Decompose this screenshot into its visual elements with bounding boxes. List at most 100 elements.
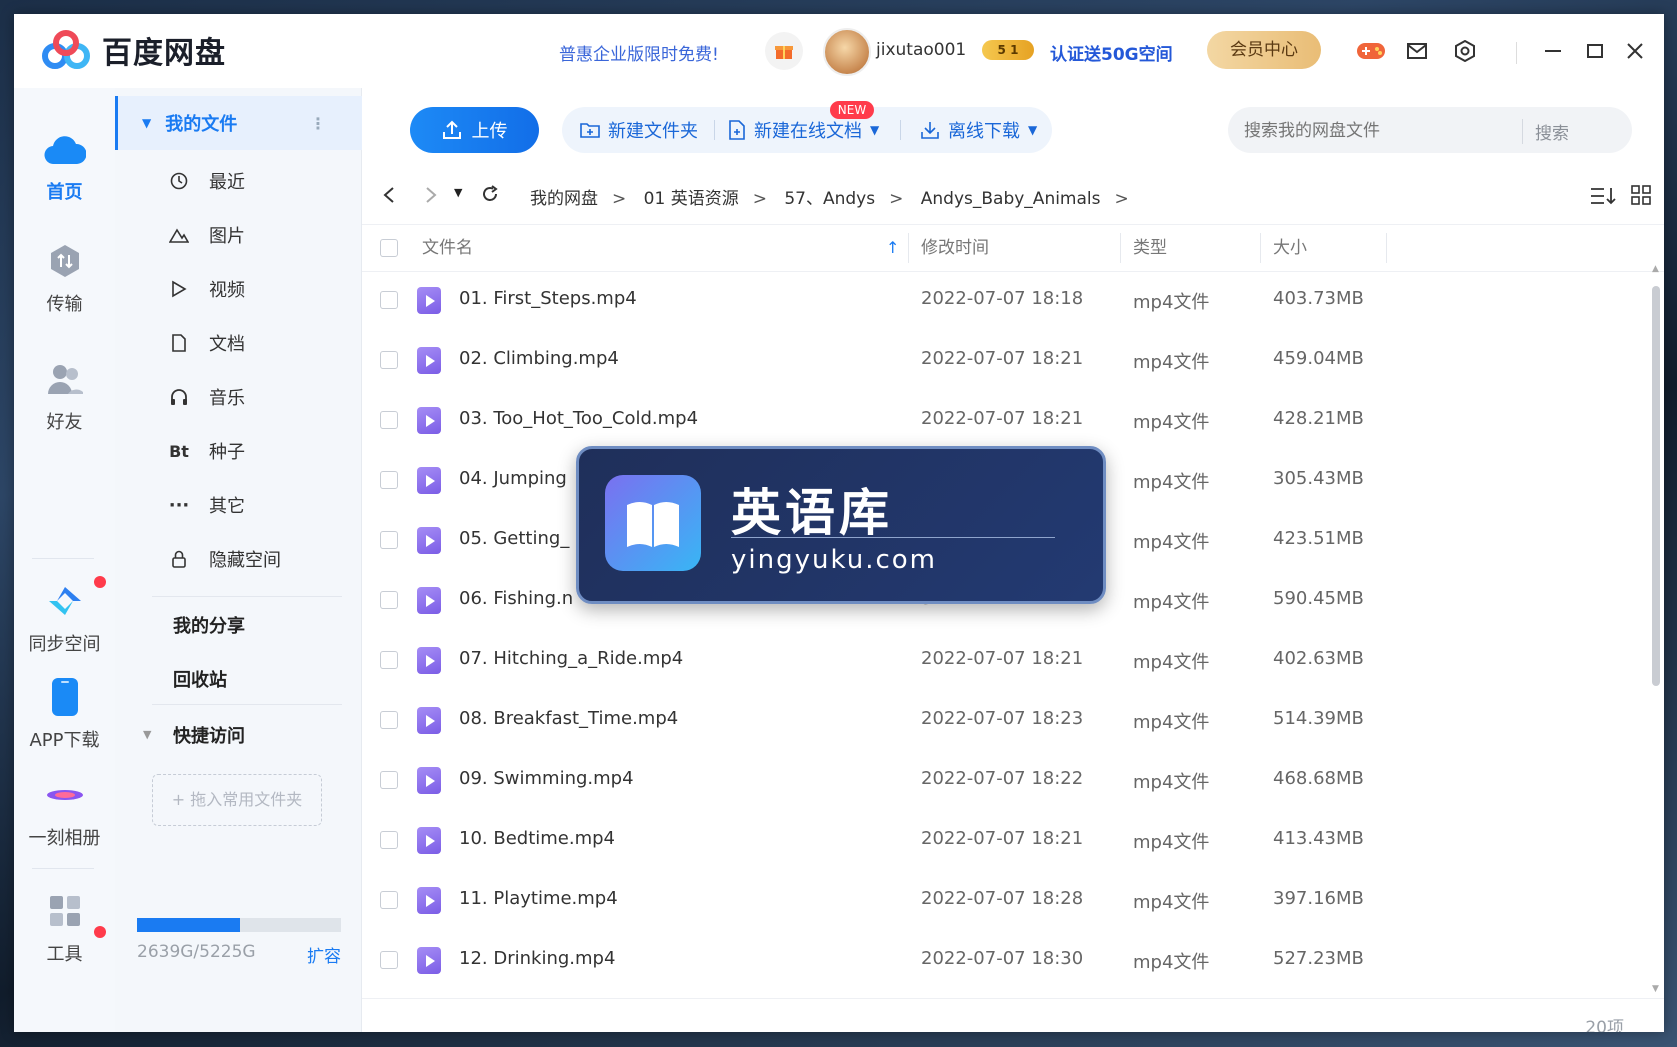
- gift-icon[interactable]: [765, 32, 803, 70]
- row-checkbox[interactable]: [380, 591, 398, 609]
- file-name[interactable]: 12. Drinking.mp4: [459, 948, 615, 969]
- file-name[interactable]: 09. Swimming.mp4: [459, 768, 634, 789]
- file-name[interactable]: 05. Getting_: [459, 528, 569, 549]
- scroll-up-icon[interactable]: ▲: [1652, 264, 1659, 274]
- table-row[interactable]: 01. First_Steps.mp4 2022-07-07 18:18 mp4文件…: [362, 270, 1664, 330]
- mail-icon[interactable]: [1402, 36, 1432, 66]
- upload-icon: [442, 120, 461, 139]
- file-name[interactable]: 08. Breakfast_Time.mp4: [459, 708, 678, 729]
- expand-storage-link[interactable]: 扩容: [307, 942, 341, 967]
- table-row[interactable]: 09. Swimming.mp4 2022-07-07 18:22 mp4文件 468…: [362, 750, 1664, 810]
- scrollbar-thumb[interactable]: [1652, 286, 1660, 686]
- video-file-icon: [417, 767, 441, 794]
- sidebar-item-music[interactable]: 音乐: [115, 370, 361, 424]
- file-name[interactable]: 06. Fishing.n: [459, 588, 573, 609]
- breadcrumb-item[interactable]: Andys_Baby_Animals: [921, 189, 1101, 209]
- member-center-button[interactable]: 会员中心: [1207, 31, 1321, 69]
- username[interactable]: jixutao001: [876, 40, 966, 60]
- search-input[interactable]: [1228, 107, 1526, 155]
- left-nav: 首页 传输 好友 同步空间 APP下载 一刻相册 工具: [14, 88, 115, 1032]
- row-checkbox[interactable]: [380, 411, 398, 429]
- user-avatar[interactable]: [823, 28, 871, 76]
- table-row[interactable]: 02. Climbing.mp4 2022-07-07 18:21 mp4文件 459…: [362, 330, 1664, 390]
- row-checkbox[interactable]: [380, 471, 398, 489]
- sidebar-item-videos[interactable]: 视频: [115, 262, 361, 316]
- grid-view-icon[interactable]: [1630, 184, 1652, 206]
- promo-link[interactable]: 普惠企业版限时免费!: [559, 40, 719, 65]
- verify-link[interactable]: 认证送50G空间: [1050, 40, 1173, 65]
- offline-download-button[interactable]: 离线下载 ▼: [920, 107, 1037, 153]
- table-row[interactable]: 10. Bedtime.mp4 2022-07-07 18:21 mp4文件 413.…: [362, 810, 1664, 870]
- more-vertical-icon[interactable]: ⋮: [310, 114, 326, 133]
- search-button[interactable]: 搜索: [1522, 119, 1569, 144]
- file-name[interactable]: 10. Bedtime.mp4: [459, 828, 615, 849]
- minimize-icon[interactable]: [1538, 36, 1568, 66]
- quick-access-drop-zone[interactable]: + 拖入常用文件夹: [152, 774, 322, 826]
- back-icon[interactable]: [382, 186, 396, 204]
- breadcrumb-item[interactable]: 我的网盘: [530, 189, 598, 209]
- sidebar-item-other[interactable]: ··· 其它: [115, 478, 361, 532]
- sidebar-item-recycle-bin[interactable]: 回收站: [173, 666, 227, 692]
- table-row[interactable]: 12. Drinking.mp4 2022-07-07 18:30 mp4文件 527…: [362, 930, 1664, 990]
- table-row[interactable]: 07. Hitching_a_Ride.mp4 2022-07-07 18:21 m…: [362, 630, 1664, 690]
- sidebar-item-my-files[interactable]: ▼ 我的文件 ⋮: [115, 96, 364, 150]
- notification-dot: [94, 576, 106, 588]
- file-name[interactable]: 07. Hitching_a_Ride.mp4: [459, 648, 683, 669]
- caret-down-icon[interactable]: ▼: [143, 728, 151, 741]
- file-name[interactable]: 11. Playtime.mp4: [459, 888, 618, 909]
- select-all-checkbox[interactable]: [380, 239, 398, 257]
- table-row[interactable]: 03. Too_Hot_Too_Cold.mp4 2022-07-07 18:21…: [362, 390, 1664, 450]
- row-checkbox[interactable]: [380, 711, 398, 729]
- nav-item-transfer[interactable]: 传输: [14, 238, 115, 316]
- sidebar-item-hidden-space[interactable]: 隐藏空间: [115, 532, 361, 586]
- vip-badge[interactable]: 5 1: [982, 40, 1034, 60]
- row-checkbox[interactable]: [380, 891, 398, 909]
- row-checkbox[interactable]: [380, 291, 398, 309]
- row-checkbox[interactable]: [380, 771, 398, 789]
- sidebar-item-docs[interactable]: 文档: [115, 316, 361, 370]
- column-header-name[interactable]: 文件名: [422, 225, 473, 271]
- sort-ascending-icon[interactable]: ↑: [886, 225, 899, 271]
- sidebar-item-images[interactable]: 图片: [115, 208, 361, 262]
- sidebar-item-recent[interactable]: 最近: [115, 154, 361, 208]
- nav-item-album[interactable]: 一刻相册: [14, 772, 115, 850]
- nav-item-home[interactable]: 首页: [14, 126, 115, 204]
- upload-button[interactable]: 上传: [410, 107, 539, 153]
- row-checkbox[interactable]: [380, 351, 398, 369]
- video-file-icon: [417, 347, 441, 374]
- file-modified-time: 2022-07-07 18:22: [921, 768, 1084, 789]
- maximize-icon[interactable]: [1580, 36, 1610, 66]
- nav-item-friends[interactable]: 好友: [14, 356, 115, 434]
- book-logo-icon: [605, 475, 701, 571]
- nav-item-app-download[interactable]: APP下载: [14, 674, 115, 752]
- breadcrumb-item[interactable]: 57、Andys: [784, 189, 875, 209]
- row-checkbox[interactable]: [380, 831, 398, 849]
- column-header-modified[interactable]: 修改时间: [921, 225, 989, 271]
- column-header-type[interactable]: 类型: [1133, 225, 1167, 271]
- nav-item-sync[interactable]: 同步空间: [14, 578, 115, 656]
- game-icon[interactable]: [1356, 36, 1386, 66]
- breadcrumb-item[interactable]: 01 英语资源: [644, 189, 739, 209]
- close-icon[interactable]: [1620, 36, 1650, 66]
- sidebar-item-my-share[interactable]: 我的分享: [173, 612, 245, 638]
- settings-icon[interactable]: [1450, 36, 1480, 66]
- table-row[interactable]: 08. Breakfast_Time.mp4 2022-07-07 18:23 mp…: [362, 690, 1664, 750]
- sidebar-item-quick-access[interactable]: 快捷访问: [173, 722, 245, 748]
- file-name[interactable]: 02. Climbing.mp4: [459, 348, 619, 369]
- sort-icon[interactable]: [1590, 186, 1616, 206]
- row-checkbox[interactable]: [380, 651, 398, 669]
- row-checkbox[interactable]: [380, 531, 398, 549]
- nav-divider: [32, 868, 94, 869]
- new-folder-button[interactable]: 新建文件夹: [580, 107, 698, 153]
- refresh-icon[interactable]: [480, 184, 500, 204]
- file-name[interactable]: 03. Too_Hot_Too_Cold.mp4: [459, 408, 698, 429]
- table-row[interactable]: 11. Playtime.mp4 2022-07-07 18:28 mp4文件 397…: [362, 870, 1664, 930]
- column-header-size[interactable]: 大小: [1273, 225, 1307, 271]
- file-name[interactable]: 01. First_Steps.mp4: [459, 288, 637, 309]
- sidebar-item-torrent[interactable]: Bt 种子: [115, 424, 361, 478]
- row-checkbox[interactable]: [380, 951, 398, 969]
- file-name[interactable]: 04. Jumping: [459, 468, 567, 489]
- forward-icon[interactable]: [424, 186, 438, 204]
- scroll-down-icon[interactable]: ▼: [1652, 984, 1659, 994]
- history-dropdown-icon[interactable]: ▼: [454, 186, 462, 199]
